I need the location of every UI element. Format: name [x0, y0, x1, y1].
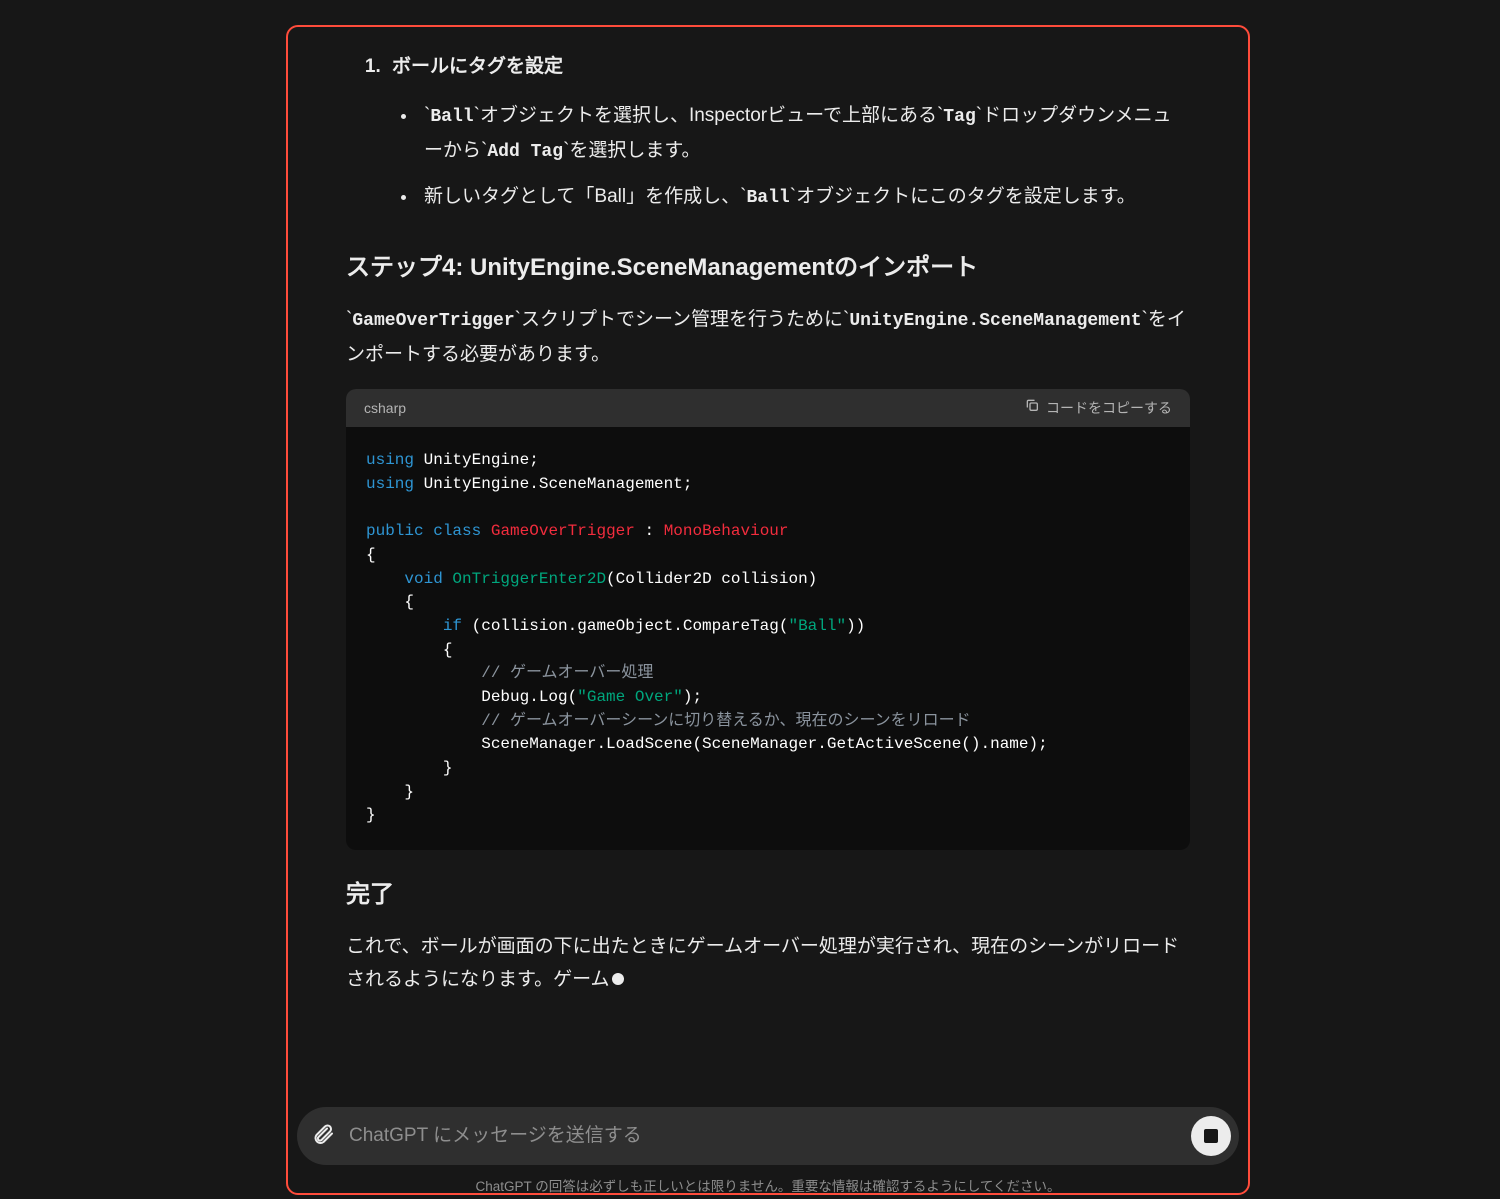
inline-code: Add Tag — [487, 142, 563, 162]
inline-code: GameOverTrigger — [352, 311, 514, 331]
stop-generating-button[interactable] — [1191, 1116, 1231, 1156]
message-input[interactable] — [347, 1124, 1179, 1148]
stop-icon — [1204, 1129, 1218, 1143]
inline-code: Ball — [430, 107, 473, 127]
ordered-list: ボールにタグを設定 `Ball`オブジェクトを選択し、Inspectorビューで… — [386, 50, 1190, 215]
chat-column: ボールにタグを設定 `Ball`オブジェクトを選択し、Inspectorビューで… — [286, 0, 1250, 1199]
list-item: 新しいタグとして「Ball」を作成し、`Ball`オブジェクトにこのタグを設定し… — [418, 180, 1190, 215]
assistant-message: ボールにタグを設定 `Ball`オブジェクトを選択し、Inspectorビューで… — [286, 0, 1250, 1107]
message-input-bar[interactable] — [297, 1107, 1239, 1165]
attach-button[interactable] — [311, 1122, 335, 1151]
section-heading-done: 完了 — [346, 874, 1190, 916]
copy-code-label: コードをコピーする — [1046, 396, 1172, 421]
code-language-label: csharp — [364, 396, 406, 421]
copy-code-button[interactable]: コードをコピーする — [1024, 396, 1172, 421]
paragraph: `GameOverTrigger`スクリプトでシーン管理を行うために`Unity… — [346, 303, 1190, 371]
app-viewport: ボールにタグを設定 `Ball`オブジェクトを選択し、Inspectorビューで… — [0, 0, 1500, 1199]
code-block-header: csharp コードをコピーする — [346, 389, 1190, 428]
streaming-cursor-icon — [612, 973, 624, 985]
list-item-title: ボールにタグを設定 — [392, 56, 563, 77]
paperclip-icon — [311, 1133, 335, 1150]
disclaimer-text: ChatGPT の回答は必ずしも正しいとは限りません。重要な情報は確認するように… — [296, 1165, 1240, 1199]
inline-code: Ball — [746, 188, 789, 208]
inline-code: UnityEngine.SceneManagement — [849, 311, 1141, 331]
code-content[interactable]: using UnityEngine; using UnityEngine.Sce… — [346, 427, 1190, 850]
footer: ChatGPT の回答は必ずしも正しいとは限りません。重要な情報は確認するように… — [286, 1107, 1250, 1199]
code-block: csharp コードをコピーする using UnityEngine; usin… — [346, 389, 1190, 850]
list-item: `Ball`オブジェクトを選択し、Inspectorビューで上部にある`Tag`… — [418, 99, 1190, 168]
sub-list: `Ball`オブジェクトを選択し、Inspectorビューで上部にある`Tag`… — [392, 99, 1190, 215]
paragraph: これで、ボールが画面の下に出たときにゲームオーバー処理が実行され、現在のシーンが… — [346, 930, 1190, 997]
inline-code: Tag — [943, 107, 975, 127]
list-item: ボールにタグを設定 `Ball`オブジェクトを選択し、Inspectorビューで… — [386, 50, 1190, 215]
copy-icon — [1024, 396, 1040, 421]
section-heading-step4: ステップ4: UnityEngine.SceneManagementのインポート — [346, 247, 1190, 289]
